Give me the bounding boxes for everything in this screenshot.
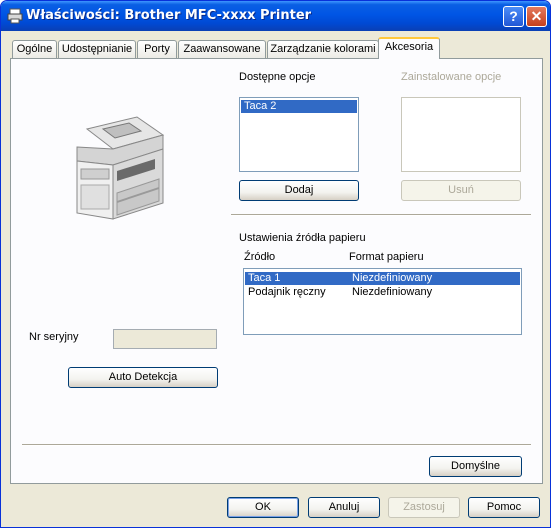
format-cell: Niezdefiniowany bbox=[352, 272, 433, 284]
installed-options-label: Zainstalowane opcje bbox=[401, 71, 502, 83]
auto-detect-button[interactable]: Auto Detekcja bbox=[68, 367, 218, 388]
printer-image bbox=[76, 116, 165, 220]
source-cell: Taca 1 bbox=[248, 272, 281, 284]
serial-number-label: Nr seryjny bbox=[29, 331, 79, 343]
tab-strip: Ogólne Udostępnianie Porty Zaawansowane … bbox=[1, 37, 550, 59]
tab-advanced[interactable]: Zaawansowane bbox=[178, 40, 266, 58]
format-column-header: Format papieru bbox=[349, 251, 424, 263]
serial-number-field[interactable] bbox=[113, 329, 217, 349]
cancel-button[interactable]: Anuluj bbox=[308, 497, 380, 518]
title-bar[interactable]: Właściwości: Brother MFC-xxxx Printer ? … bbox=[1, 1, 550, 31]
help-button[interactable]: Pomoc bbox=[468, 497, 540, 518]
tab-sharing[interactable]: Udostępnianie bbox=[58, 40, 136, 58]
paper-source-section-label: Ustawienia źródła papieru bbox=[239, 232, 366, 244]
format-cell: Niezdefiniowany bbox=[352, 286, 433, 298]
available-options-label: Dostępne opcje bbox=[239, 71, 316, 83]
ok-button[interactable]: OK bbox=[227, 497, 299, 518]
table-row[interactable]: Taca 1 Niezdefiniowany bbox=[245, 272, 520, 285]
divider bbox=[231, 214, 531, 216]
source-cell: Podajnik ręczny bbox=[248, 286, 326, 298]
window-title: Właściwości: Brother MFC-xxxx Printer bbox=[26, 8, 312, 23]
remove-button[interactable]: Usuń bbox=[401, 180, 521, 201]
defaults-button[interactable]: Domyślne bbox=[429, 456, 522, 477]
close-button[interactable]: ✕ bbox=[526, 6, 547, 27]
divider bbox=[22, 444, 531, 446]
tab-general[interactable]: Ogólne bbox=[12, 40, 57, 58]
properties-dialog: Właściwości: Brother MFC-xxxx Printer ? … bbox=[0, 0, 551, 528]
add-button[interactable]: Dodaj bbox=[239, 180, 359, 201]
apply-button[interactable]: Zastosuj bbox=[388, 497, 460, 518]
tab-ports[interactable]: Porty bbox=[137, 40, 177, 58]
paper-source-list[interactable]: Taca 1 Niezdefiniowany Podajnik ręczny N… bbox=[243, 268, 522, 335]
help-title-button[interactable]: ? bbox=[503, 6, 524, 27]
printer-icon bbox=[7, 8, 23, 24]
tab-color-management[interactable]: Zarządzanie kolorami bbox=[267, 40, 379, 58]
installed-options-list[interactable] bbox=[401, 97, 521, 172]
tab-accessories[interactable]: Akcesoria bbox=[378, 37, 440, 59]
source-column-header: Źródło bbox=[244, 251, 276, 263]
list-item[interactable]: Taca 2 bbox=[241, 100, 357, 113]
table-row[interactable]: Podajnik ręczny Niezdefiniowany bbox=[245, 286, 520, 299]
available-options-list[interactable]: Taca 2 bbox=[239, 97, 359, 172]
